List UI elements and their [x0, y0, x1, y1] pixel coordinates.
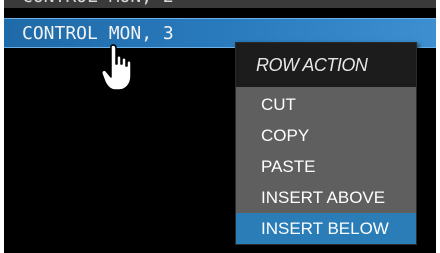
- list-row-control-mon-2[interactable]: CONTROL MON, 2: [4, 0, 436, 8]
- menu-item-cut[interactable]: CUT: [236, 89, 416, 120]
- menu-item-insert-above[interactable]: INSERT ABOVE: [236, 182, 416, 213]
- hand-pointer-icon: [101, 44, 132, 91]
- menu-item-insert-below[interactable]: INSERT BELOW: [236, 213, 416, 244]
- app-window: CONTROL MON, 2 CONTROL MON, 3 ROW ACTION…: [4, 0, 436, 253]
- menu-title: ROW ACTION: [236, 43, 416, 87]
- menu-item-paste[interactable]: PASTE: [236, 151, 416, 182]
- row-action-context-menu: ROW ACTION CUT COPY PASTE INSERT ABOVE I…: [235, 42, 417, 245]
- menu-item-copy[interactable]: COPY: [236, 120, 416, 151]
